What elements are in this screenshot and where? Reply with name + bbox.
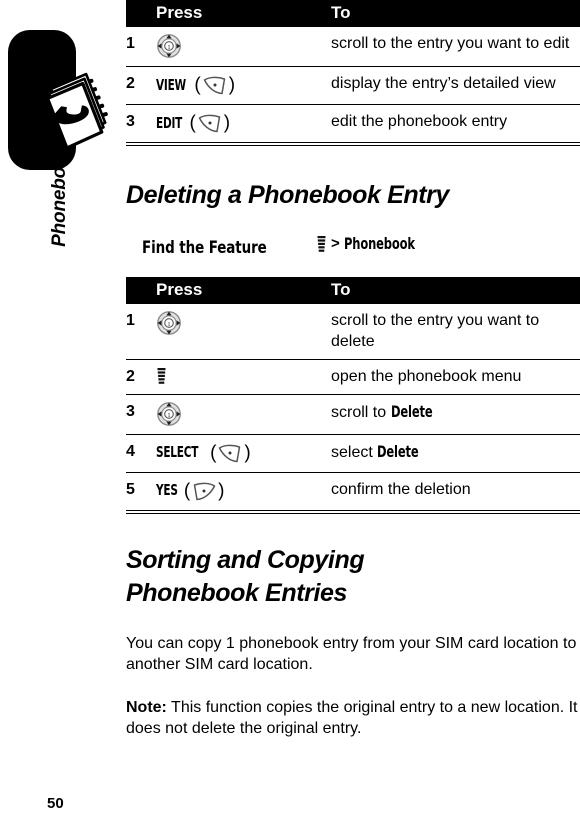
table-row: 3 EDIT( ) edit the phonebook entry bbox=[126, 104, 580, 142]
procedure-table-deleting: Press To 1 1 scroll to the entry you wan… bbox=[126, 276, 580, 510]
step-description: select Delete bbox=[331, 433, 580, 472]
find-the-feature-target: Phonebook bbox=[343, 234, 415, 253]
step-press bbox=[156, 358, 331, 394]
table-row: 1 1 scr bbox=[126, 27, 580, 67]
menu-key-icon bbox=[316, 235, 327, 253]
right-soft-key-icon bbox=[196, 111, 224, 135]
page-number: 50 bbox=[47, 795, 64, 812]
svg-text:1: 1 bbox=[167, 321, 170, 328]
paren-close: ) bbox=[228, 74, 236, 96]
menu-key-icon bbox=[156, 367, 167, 385]
step-description: scroll to Delete bbox=[331, 393, 580, 434]
soft-key-label: EDIT bbox=[156, 113, 183, 132]
step-description: edit the phonebook entry bbox=[331, 104, 580, 142]
step-description: scroll to the entry you want to delete bbox=[331, 311, 540, 350]
column-header-number bbox=[126, 276, 156, 304]
table-header-row: Press To bbox=[126, 276, 580, 304]
table-bottom-rule bbox=[126, 509, 580, 514]
right-soft-key-icon bbox=[201, 73, 229, 97]
step-description-text: select bbox=[331, 443, 378, 461]
step-number: 3 bbox=[126, 104, 156, 142]
table-bottom-rule bbox=[126, 142, 580, 146]
step-number: 1 bbox=[126, 35, 135, 52]
column-header-to: To bbox=[331, 276, 580, 304]
column-header-to: To bbox=[331, 0, 580, 27]
find-the-feature-path: > Phonebook bbox=[316, 234, 432, 253]
table-row: 1 1 scr bbox=[126, 304, 580, 360]
soft-key-label: YES bbox=[156, 481, 178, 499]
column-header-press: Press bbox=[156, 0, 331, 27]
table-row: 2 VIEW( ) display the entry’s detailed v… bbox=[126, 66, 580, 105]
soft-key-label: VIEW bbox=[156, 75, 186, 94]
step-press: YES( ) bbox=[156, 471, 331, 510]
step-press: 1 bbox=[156, 27, 331, 67]
table-row: 4 SELECT( ) select Delete bbox=[126, 433, 580, 472]
procedure-table-editing: Press To 1 1 scroll to the entry you wan… bbox=[126, 0, 580, 142]
step-number: 2 bbox=[126, 358, 156, 394]
paren-close: ) bbox=[223, 112, 231, 134]
section-heading-sorting-line2: Phonebook Entries bbox=[126, 578, 348, 607]
step-press: EDIT( ) bbox=[156, 104, 331, 142]
sorting-note: Note: This function copies the original … bbox=[126, 697, 580, 739]
step-number: 4 bbox=[126, 433, 156, 472]
step-description: scroll to the entry you want to edit bbox=[331, 35, 570, 52]
content-column: Press To 1 1 scroll to the entry you wan… bbox=[126, 0, 580, 739]
step-description-emphasis: Delete bbox=[390, 401, 433, 421]
note-label: Note: bbox=[126, 698, 167, 716]
step-number: 2 bbox=[126, 66, 156, 105]
column-header-press: Press bbox=[156, 276, 331, 304]
paren-close: ) bbox=[244, 442, 251, 463]
right-soft-key-icon bbox=[216, 441, 244, 465]
table-row: 2 open the phonebook menu bbox=[126, 358, 580, 394]
chapter-label: Phonebook bbox=[49, 145, 70, 247]
section-heading-deleting: Deleting a Phonebook Entry bbox=[126, 181, 449, 209]
step-press: 1 bbox=[156, 304, 331, 360]
step-description: display the entry’s detailed view bbox=[331, 66, 580, 105]
step-description-emphasis: Delete bbox=[377, 441, 419, 461]
step-press: VIEW( ) bbox=[156, 66, 331, 105]
note-text: This function copies the original entry … bbox=[126, 698, 578, 737]
soft-key-label: SELECT bbox=[156, 443, 199, 461]
step-description: open the phonebook menu bbox=[331, 358, 580, 394]
navigation-key-icon: 1 bbox=[156, 310, 182, 336]
find-the-feature-row: Find the Feature > Phonebook bbox=[142, 234, 580, 258]
section-heading-sorting-line1: Sorting and Copying bbox=[126, 545, 365, 574]
path-separator: > bbox=[331, 235, 340, 252]
svg-text:1: 1 bbox=[167, 412, 170, 419]
column-header-number bbox=[126, 0, 156, 27]
find-the-feature-label: Find the Feature bbox=[142, 237, 267, 258]
step-press: SELECT( ) bbox=[156, 433, 331, 472]
step-description: confirm the deletion bbox=[331, 471, 580, 510]
table-row: 3 1 scroll to Delete bbox=[126, 393, 580, 434]
paren-close: ) bbox=[218, 480, 225, 501]
table-row: 5 YES( ) confirm the deletion bbox=[126, 471, 580, 510]
sorting-paragraph: You can copy 1 phonebook entry from your… bbox=[126, 634, 577, 673]
step-number: 5 bbox=[126, 471, 156, 510]
step-number: 1 bbox=[126, 311, 135, 329]
step-press: 1 bbox=[156, 393, 331, 434]
navigation-key-icon: 1 bbox=[156, 33, 182, 59]
step-number: 3 bbox=[126, 393, 156, 434]
left-soft-key-icon bbox=[190, 479, 218, 503]
svg-text:1: 1 bbox=[167, 44, 170, 51]
step-description-text: scroll to bbox=[331, 403, 391, 421]
table-header-row: Press To bbox=[126, 0, 580, 27]
navigation-key-icon: 1 bbox=[156, 401, 182, 427]
